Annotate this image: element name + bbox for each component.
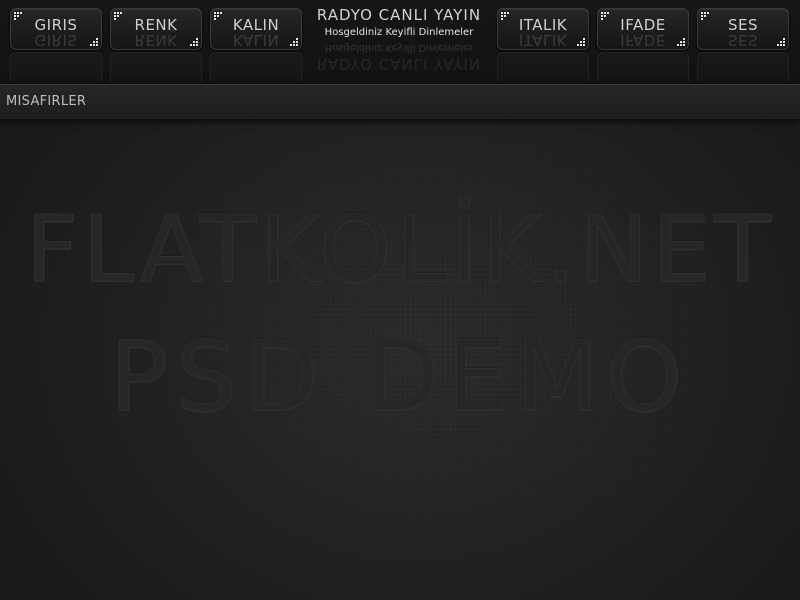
corner-dots-icon — [288, 36, 298, 46]
nav-button-ifade[interactable]: IFADE IFADE — [597, 8, 689, 50]
brand-title-reflection: RADYO CANLI YAYIN — [316, 55, 482, 73]
watermark-line-2: PSD DEMO — [109, 321, 691, 433]
button-reflection — [210, 52, 302, 82]
corner-dots-icon — [88, 36, 98, 46]
watermark-line-1: FLATKOLİK.NET — [25, 196, 775, 304]
guests-bar: MISAFIRLER — [0, 84, 800, 120]
nav-button-renk[interactable]: RENK RENK — [110, 8, 202, 50]
button-reflection — [497, 52, 589, 82]
corner-dots-icon — [575, 36, 585, 46]
nav-button-ses[interactable]: SES SES — [697, 8, 789, 50]
corner-dots-icon — [775, 36, 785, 46]
nav-button-kalin[interactable]: KALIN KALIN — [210, 8, 302, 50]
button-reflection — [597, 52, 689, 82]
brand-subtitle: Hosgeldiniz Keyifli Dinlemeler — [324, 27, 474, 38]
brand-subtitle-reflection: Hosgeldiniz Keyifli Dinlemeler — [324, 42, 474, 53]
top-menu-bar: GIRIS GIRIS RENK RENK KALIN KALIN RADYO … — [0, 0, 800, 84]
button-reflection — [10, 52, 102, 82]
guests-label[interactable]: MISAFIRLER — [6, 94, 86, 109]
nav-button-giris[interactable]: GIRIS GIRIS — [10, 8, 102, 50]
button-reflection — [697, 52, 789, 82]
button-reflection — [110, 52, 202, 82]
app-window: FLATKOLİK.NET PSD DEMO GIRIS GIRIS RENK … — [0, 0, 800, 600]
corner-dots-icon — [188, 36, 198, 46]
nav-button-italik[interactable]: ITALIK ITALIK — [497, 8, 589, 50]
radio-brand: RADYO CANLI YAYIN Hosgeldiniz Keyifli Di… — [306, 4, 492, 74]
brand-title: RADYO CANLI YAYIN — [316, 6, 482, 24]
corner-dots-icon — [675, 36, 685, 46]
